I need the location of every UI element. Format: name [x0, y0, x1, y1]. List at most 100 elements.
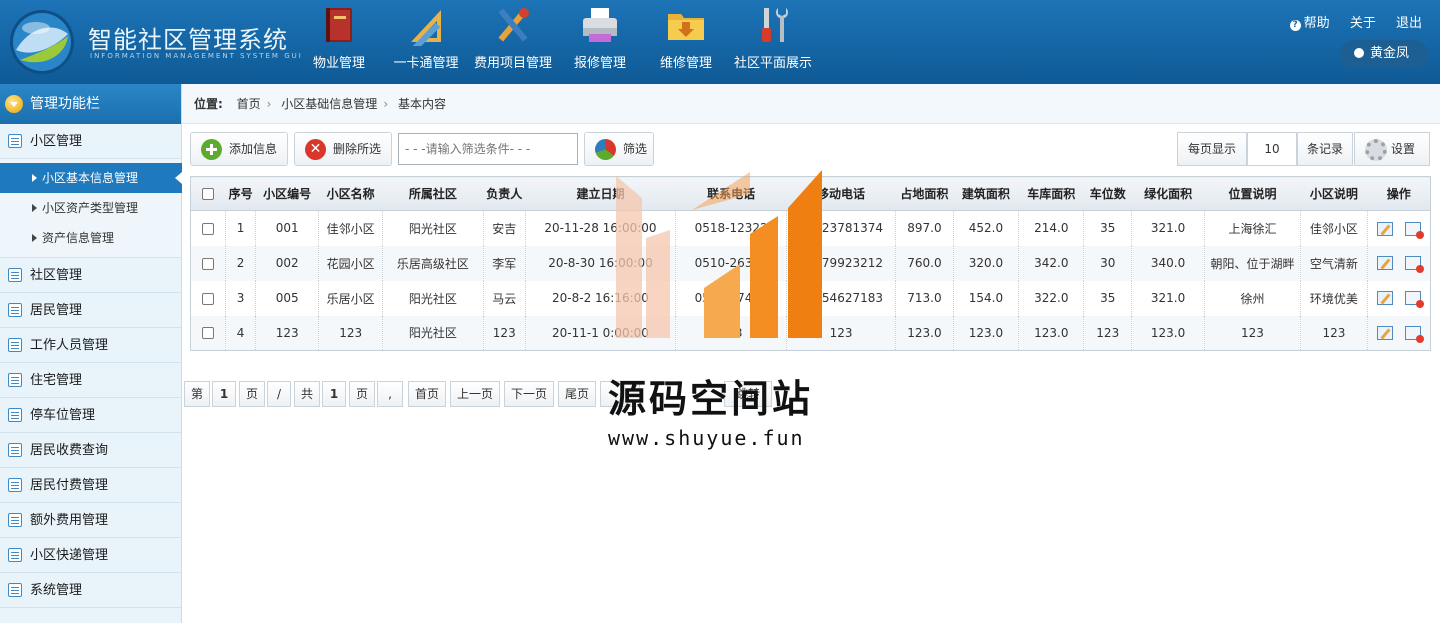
- sidebar-item-label: 社区管理: [30, 268, 83, 283]
- sidebar-item-community-mgmt[interactable]: 小区管理: [0, 124, 181, 159]
- sidebar-item-fee-query[interactable]: 居民收费查询: [0, 433, 181, 468]
- table-header: 序号 小区编号 小区名称 所属社区 负责人 建立日期 联系电话 移动电话 占地面…: [190, 176, 1431, 211]
- subitem-label: 小区资产类型管理: [42, 201, 139, 215]
- cell: 123.0: [1018, 315, 1084, 351]
- sidebar-item-label: 系统管理: [30, 583, 83, 598]
- folder-download-icon: [668, 14, 704, 40]
- next-page-button[interactable]: 下一页: [504, 381, 554, 407]
- breadcrumb-section[interactable]: 小区基础信息管理: [281, 97, 377, 111]
- col-header: 所属社区: [382, 176, 484, 211]
- sidebar-item-label: 小区快递管理: [30, 548, 109, 563]
- edit-icon[interactable]: [1377, 291, 1394, 306]
- user-badge[interactable]: 黄金凤: [1340, 40, 1428, 68]
- table-row[interactable]: 3 005 乐居小区 阳光社区 马云 20-8-2 16:16:00 0512-…: [189, 280, 1431, 316]
- select-all-checkbox[interactable]: [202, 188, 215, 200]
- app-subtitle: INFORMATION MANAGEMENT SYSTEM GUI: [90, 52, 303, 60]
- nav-fee-items[interactable]: 费用项目管理: [468, 4, 558, 76]
- sidebar-item-residents[interactable]: 居民管理: [0, 293, 181, 328]
- sidebar-subitem-asset-types[interactable]: 小区资产类型管理: [0, 193, 181, 223]
- delete-icon[interactable]: [1405, 326, 1425, 343]
- row-checkbox[interactable]: [202, 292, 215, 305]
- last-page-button[interactable]: 尾页: [558, 381, 596, 407]
- row-select-cell[interactable]: [189, 280, 226, 316]
- cell: 123: [1204, 315, 1301, 351]
- nav-card[interactable]: 一卡通管理: [388, 4, 464, 76]
- about-link[interactable]: 关于: [1350, 16, 1376, 31]
- watermark-url: www.shuyue.fun: [608, 426, 805, 450]
- sidebar-item-system[interactable]: 系统管理: [0, 573, 181, 608]
- delete-icon[interactable]: [1405, 221, 1425, 239]
- settings-button[interactable]: 设置: [1354, 132, 1430, 166]
- cell: 154.0: [952, 280, 1019, 316]
- cell: 0512-27403: [675, 280, 787, 316]
- col-header: 建立日期: [525, 176, 676, 211]
- delete-icon[interactable]: [1405, 256, 1425, 274]
- add-button[interactable]: 添加信息: [190, 132, 288, 166]
- row-select-cell[interactable]: [189, 245, 226, 281]
- sidebar-item-extra-fees[interactable]: 额外费用管理: [0, 503, 181, 538]
- nav-repair[interactable]: 报修管理: [566, 4, 634, 76]
- edit-icon[interactable]: [1377, 326, 1394, 340]
- logout-link[interactable]: 退出: [1396, 16, 1422, 31]
- cell: 123: [1299, 315, 1368, 351]
- delete-icon[interactable]: [1405, 291, 1425, 309]
- cell: 阳光社区: [381, 280, 484, 316]
- cell: 897.0: [895, 210, 954, 246]
- sidebar-header[interactable]: 管理功能栏: [0, 84, 181, 124]
- chat-icon: [8, 268, 22, 282]
- nav-community-map[interactable]: 社区平面展示: [728, 4, 818, 76]
- select-all-cell[interactable]: [190, 176, 226, 211]
- col-header: 小区说明: [1300, 176, 1368, 211]
- user-icon: [1354, 48, 1364, 58]
- sidebar-item-parking[interactable]: 停车位管理: [0, 398, 181, 433]
- sidebar-item-payments[interactable]: 居民付费管理: [0, 468, 181, 503]
- cell: 321.0: [1131, 210, 1205, 246]
- pager-current-page: 1: [212, 381, 236, 407]
- breadcrumb: 位置: 首页 › 小区基础信息管理 › 基本内容: [182, 84, 1440, 124]
- user-name: 黄金凤: [1370, 46, 1410, 61]
- sidebar-item-label: 小区管理: [30, 134, 83, 149]
- row-select-cell[interactable]: [189, 210, 226, 246]
- sidebar-item-staff[interactable]: 工作人员管理: [0, 328, 181, 363]
- sidebar-subitem-basic-info[interactable]: 小区基本信息管理: [0, 163, 182, 193]
- prev-page-button[interactable]: 上一页: [450, 381, 500, 407]
- edit-icon[interactable]: [1377, 256, 1394, 271]
- col-header: 操作: [1367, 176, 1431, 211]
- gear-icon: [1365, 139, 1387, 161]
- per-page-input[interactable]: 10: [1247, 132, 1297, 166]
- first-page-button[interactable]: 首页: [408, 381, 446, 407]
- table-row[interactable]: 4 123 123 阳光社区 123 20-11-1 0:00:00 123 1…: [189, 315, 1431, 351]
- sidebar-item-housing[interactable]: 住宅管理: [0, 363, 181, 398]
- cell: 321.0: [1131, 280, 1205, 316]
- sidebar-subitem-asset-info[interactable]: 资产信息管理: [0, 223, 181, 253]
- chevron-right-icon: ›: [266, 97, 272, 111]
- sidebar-item-district[interactable]: 社区管理: [0, 258, 181, 293]
- cell: 35: [1083, 210, 1132, 246]
- breadcrumb-home[interactable]: 首页: [237, 97, 261, 111]
- actions-cell: [1367, 210, 1431, 246]
- help-link[interactable]: ? 帮助: [1289, 16, 1330, 31]
- table-row[interactable]: 2 002 花园小区 乐居高级社区 李军 20-8-30 16:00:00 05…: [189, 245, 1431, 281]
- sidebar-item-label: 居民管理: [30, 303, 83, 318]
- help-icon: ?: [1289, 20, 1301, 31]
- delete-selected-button[interactable]: ✕ 删除所选: [294, 132, 392, 166]
- filter-button[interactable]: 筛选: [584, 132, 654, 166]
- table-row[interactable]: 1 001 佳邻小区 阳光社区 安吉 20-11-28 16:00:00 051…: [189, 210, 1431, 246]
- pager-comma: ,: [377, 381, 403, 407]
- calendar-icon: [8, 583, 22, 597]
- calendar-icon: [8, 373, 22, 387]
- sidebar-item-express[interactable]: 小区快递管理: [0, 538, 181, 573]
- edit-icon[interactable]: [1377, 221, 1394, 236]
- cell: 123: [675, 315, 787, 351]
- nav-maintenance[interactable]: 维修管理: [652, 4, 720, 76]
- row-select-cell[interactable]: [189, 315, 226, 351]
- nav-label: 一卡通管理: [393, 56, 459, 71]
- row-checkbox[interactable]: [202, 222, 215, 235]
- nav-property[interactable]: 物业管理: [306, 4, 372, 76]
- row-checkbox[interactable]: [202, 257, 215, 270]
- cell: 朝阳、位于湖畔: [1204, 245, 1301, 281]
- sidebar-item-label: 额外费用管理: [30, 513, 109, 528]
- row-checkbox[interactable]: [202, 327, 215, 340]
- col-header: 联系电话: [675, 176, 787, 211]
- filter-input[interactable]: [398, 133, 578, 165]
